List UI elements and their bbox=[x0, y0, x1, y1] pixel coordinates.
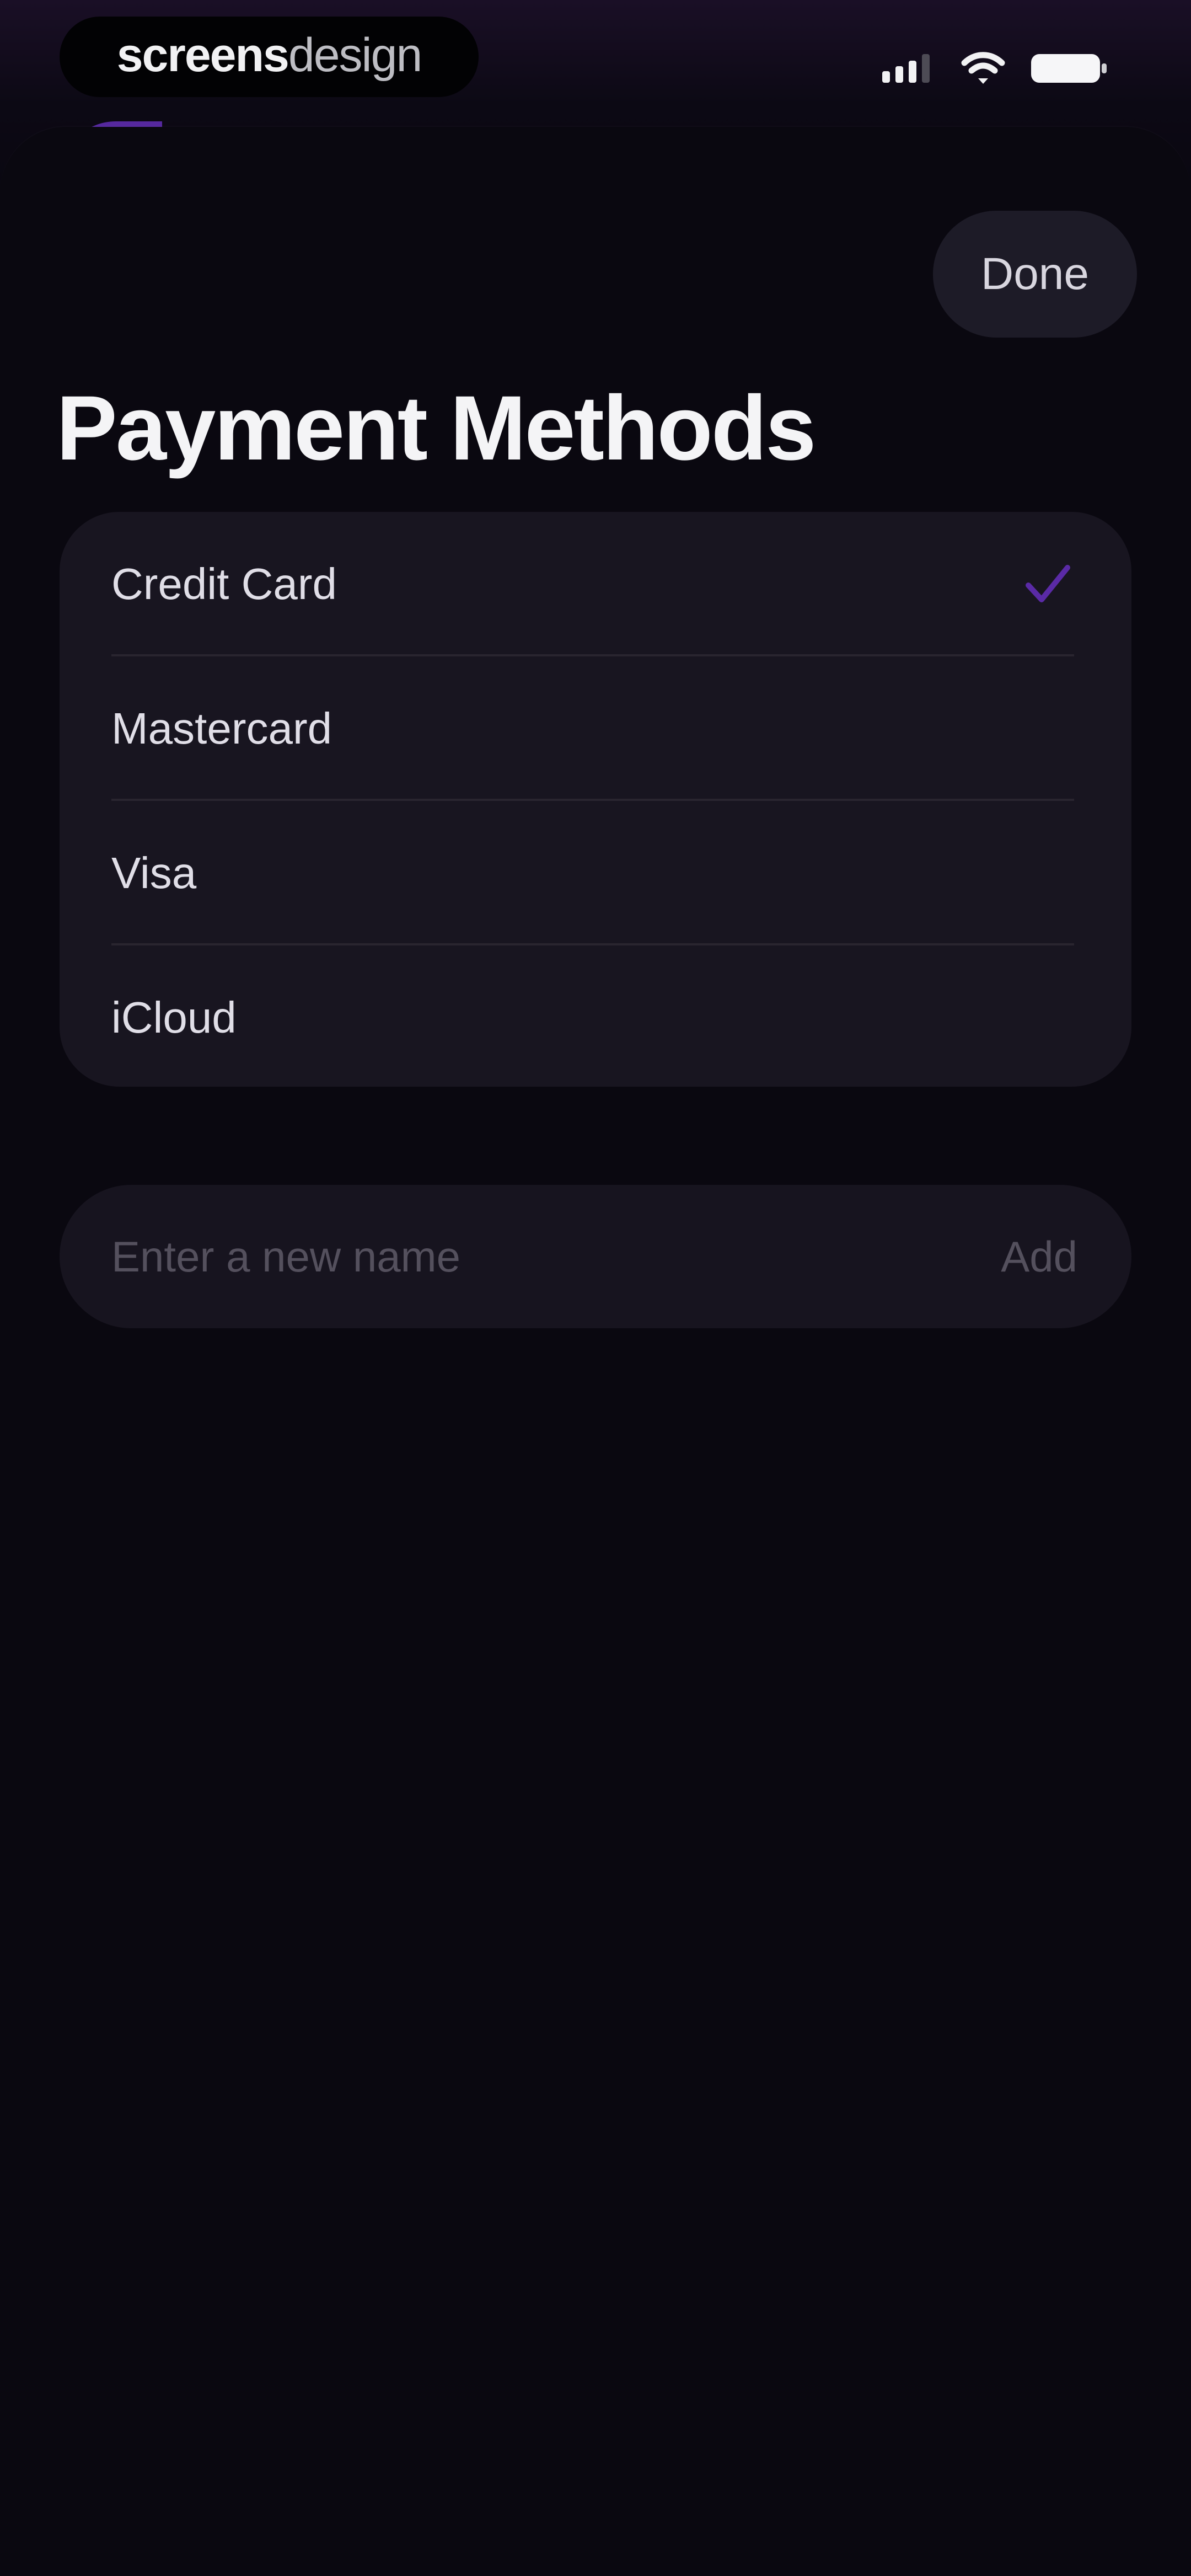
wifi-outer-arc bbox=[961, 52, 1005, 66]
payment-methods-sheet: Done Payment Methods Credit Card Masterc… bbox=[0, 127, 1191, 2576]
payment-method-label: Credit Card bbox=[111, 559, 337, 608]
brand-secondary-text: design bbox=[288, 29, 422, 82]
status-icons bbox=[882, 50, 1108, 88]
signal-bar-3 bbox=[909, 61, 916, 83]
payment-method-label: iCloud bbox=[111, 993, 237, 1042]
status-bar: screens design bbox=[0, 0, 1191, 132]
signal-bar-2 bbox=[895, 66, 903, 83]
brand-pill: screens design bbox=[60, 17, 479, 97]
brand-primary-text: screens bbox=[116, 29, 289, 82]
new-payment-method-form: Add bbox=[60, 1185, 1131, 1328]
payment-method-visa[interactable]: Visa bbox=[60, 801, 1131, 945]
battery-icon bbox=[1031, 54, 1107, 83]
checkmark-path bbox=[1026, 565, 1070, 602]
payment-method-label: Mastercard bbox=[111, 704, 332, 753]
payment-method-mastercard[interactable]: Mastercard bbox=[60, 656, 1131, 801]
done-button[interactable]: Done bbox=[933, 211, 1137, 338]
battery-cap bbox=[1102, 63, 1107, 73]
wifi-dot bbox=[978, 78, 988, 84]
new-method-name-input[interactable] bbox=[111, 1229, 927, 1284]
wifi-icon bbox=[961, 52, 1005, 84]
payment-method-icloud[interactable]: iCloud bbox=[60, 945, 1131, 1087]
signal-icon bbox=[882, 54, 930, 83]
wifi-middle-arc bbox=[968, 62, 998, 74]
add-button[interactable]: Add bbox=[978, 1229, 1077, 1284]
signal-bar-4 bbox=[922, 54, 930, 83]
payment-methods-list: Credit Card Mastercard Visa iCloud bbox=[60, 512, 1131, 1087]
signal-bar-1 bbox=[882, 71, 890, 83]
payment-methods-screen: screens design Done Payment Methods Cred… bbox=[0, 0, 1191, 2576]
checkmark-icon bbox=[1026, 565, 1070, 602]
payment-method-credit-card[interactable]: Credit Card bbox=[60, 512, 1131, 656]
page-title: Payment Methods bbox=[56, 377, 816, 479]
payment-method-label: Visa bbox=[111, 848, 197, 897]
battery-body bbox=[1031, 54, 1100, 83]
